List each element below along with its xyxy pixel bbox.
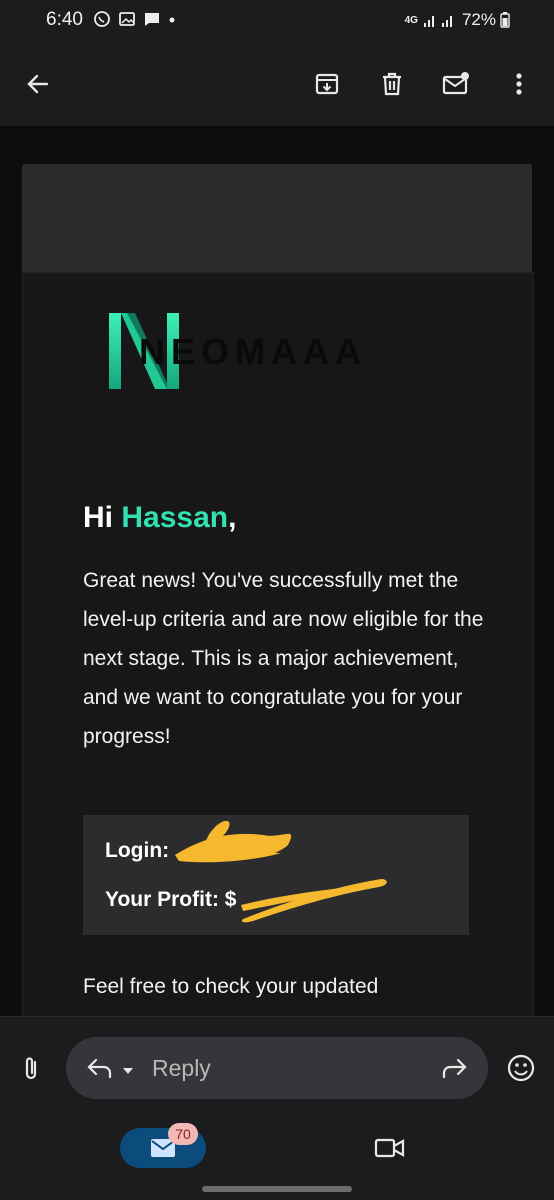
bottom-navigation: 70 [0, 1118, 554, 1200]
message-icon [145, 13, 159, 26]
signal-icon [423, 16, 452, 27]
recipient-name: Hassan [121, 501, 229, 534]
brand-name: NEOMAAA [139, 331, 367, 372]
battery-level: 72% [461, 10, 496, 29]
chevron-down-icon[interactable] [122, 1063, 134, 1081]
email-header-banner [22, 164, 532, 272]
email-message: Great news! You've successfully met the … [83, 569, 484, 748]
status-right: 4G 72% [405, 10, 510, 30]
reply-bar: Reply [0, 1016, 554, 1119]
whatsapp-icon [94, 11, 110, 27]
delete-icon[interactable] [378, 70, 406, 98]
back-arrow-icon[interactable] [24, 70, 52, 98]
status-bar: 6:40 4G 72% [0, 0, 554, 42]
email-message-continued: Feel free to check your updated [83, 975, 379, 998]
greeting-suffix: , [228, 501, 237, 534]
unread-badge: 70 [168, 1123, 198, 1145]
reply-arrow-icon[interactable] [86, 1057, 112, 1084]
reply-label: Reply [152, 1055, 211, 1081]
reply-field[interactable]: Reply [66, 1037, 488, 1099]
mark-unread-icon[interactable] [442, 70, 470, 98]
email-content[interactable]: NEOMAAA Hi Hassan, Great news! You've su… [0, 126, 554, 1016]
dot-icon [169, 17, 175, 23]
more-vert-icon[interactable] [505, 70, 533, 98]
forward-icon[interactable] [442, 1057, 468, 1084]
email-body-card: NEOMAAA Hi Hassan, Great news! You've su… [22, 272, 534, 1016]
redaction-mark [175, 820, 387, 923]
notification-icons [93, 10, 176, 28]
archive-icon[interactable] [313, 70, 341, 98]
status-time: 6:40 [46, 9, 83, 30]
greeting-prefix: Hi [83, 501, 122, 534]
gallery-icon [119, 12, 135, 26]
email-app-bar [0, 42, 554, 126]
video-meet-icon[interactable] [374, 1136, 406, 1165]
battery-icon [500, 12, 510, 28]
network-type: 4G [404, 14, 418, 26]
home-indicator[interactable] [202, 1186, 352, 1192]
greeting: Hi Hassan, [83, 501, 236, 535]
account-info-box: Login: Your Profit: $ [83, 815, 469, 935]
attachment-icon[interactable] [20, 1055, 42, 1088]
emoji-icon[interactable] [506, 1053, 536, 1088]
